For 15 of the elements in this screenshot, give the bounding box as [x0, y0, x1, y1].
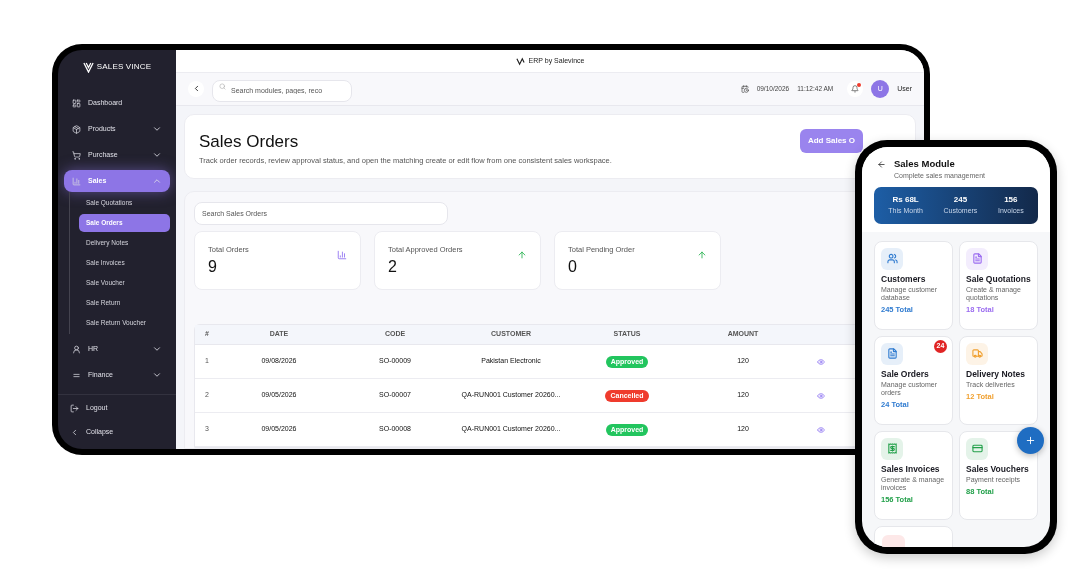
module-title: Sales Module [894, 157, 956, 171]
summary-value: 245 [953, 194, 968, 206]
summary-value: Rs 68L [892, 194, 919, 206]
module-card-title: Sale Orders [881, 368, 930, 379]
module-card-title: Sale Quotations [966, 273, 1031, 284]
summary-value: 156 [1004, 194, 1018, 206]
brand-name: SALES VINCE [96, 61, 152, 73]
stat-value: 2 [388, 259, 398, 276]
page-title: Sales Orders [199, 132, 300, 150]
module-card-title: Delivery Notes [966, 368, 1027, 379]
module-card-title: Sales Vouchers [966, 463, 1030, 474]
module-card-title: Sales Invoices [881, 463, 941, 474]
stat-value: 0 [568, 259, 578, 276]
module-card-title: Customers [881, 273, 927, 284]
stat-value: 9 [208, 259, 218, 276]
